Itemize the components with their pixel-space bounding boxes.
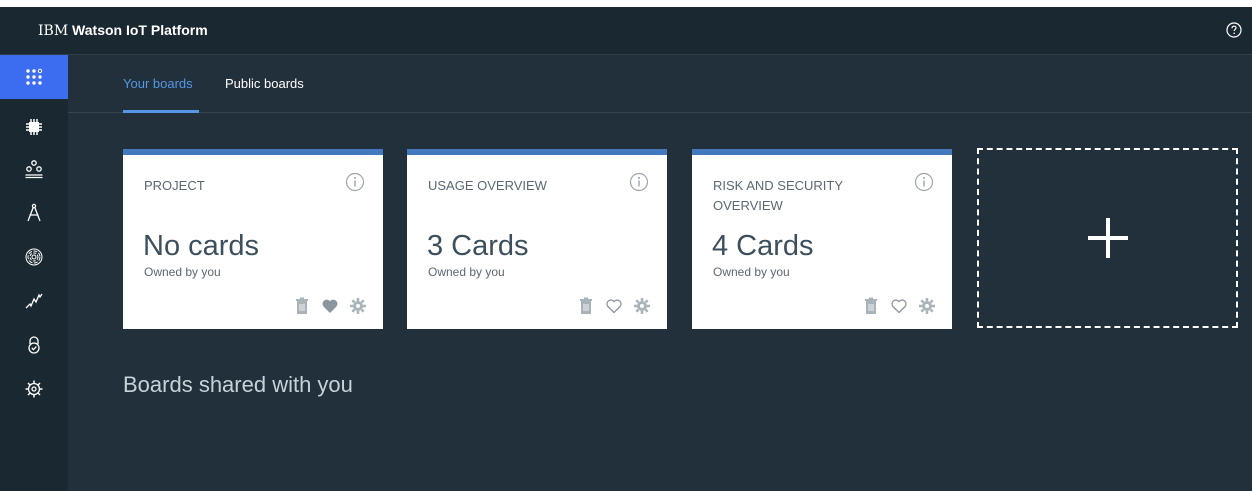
board-tabs: Your boards Public boards [68,55,1252,113]
brand-name: Watson IoT Platform [72,22,208,38]
board-title: PROJECT [144,178,205,193]
board-card[interactable]: USAGE OVERVIEW 3 Cards Owned by you [407,149,667,329]
info-icon[interactable] [629,172,649,192]
gear-icon[interactable] [918,297,936,315]
settings-icon [25,380,43,398]
trash-icon[interactable] [293,297,311,315]
tab-your-boards[interactable]: Your boards [123,76,193,91]
board-owner: Owned by you [144,265,221,279]
brand-title[interactable]: IBM Watson IoT Platform [38,22,208,39]
sidebar-item-analytics[interactable] [0,279,68,323]
board-card-count: 4 Cards [712,230,814,262]
board-actions [293,297,367,315]
heart-outline-icon[interactable] [605,297,623,315]
top-bar: IBM Watson IoT Platform [0,7,1252,55]
board-title: USAGE OVERVIEW [428,178,547,193]
brand-prefix: IBM [38,23,69,39]
shared-boards-heading: Boards shared with you [123,372,353,397]
add-board-button[interactable] [977,148,1238,328]
board-owner: Owned by you [428,265,505,279]
sidebar-item-settings[interactable] [0,367,68,411]
info-icon[interactable] [914,172,934,192]
heart-outline-icon[interactable] [890,297,908,315]
sidebar-item-rules[interactable] [0,191,68,235]
board-actions [862,297,936,315]
help-circle-icon[interactable] [1226,22,1242,38]
board-actions [577,297,651,315]
fingerprint-icon [25,248,43,266]
board-card-count: 3 Cards [427,230,529,262]
sidebar-item-devices[interactable] [0,105,68,149]
trash-icon[interactable] [577,297,595,315]
apps-grid-icon [26,68,43,85]
sidebar-item-members[interactable] [0,147,68,191]
app-window: IBM Watson IoT Platform Your boards Publ… [0,7,1252,491]
board-title: RISK AND SECURITY OVERVIEW [713,178,843,213]
members-icon [25,160,43,179]
tab-public-boards[interactable]: Public boards [225,76,304,91]
sidebar-item-security[interactable] [0,323,68,367]
security-lock-icon [28,336,40,354]
board-owner: Owned by you [713,265,790,279]
sidebar-item-boards[interactable] [0,55,68,99]
gear-icon[interactable] [633,297,651,315]
sidebar-item-identity[interactable] [0,235,68,279]
analytics-icon [25,293,43,309]
board-card[interactable]: PROJECT No cards Owned by you [123,149,383,329]
board-card-count: No cards [143,230,260,262]
sidebar [0,55,68,491]
board-card[interactable]: RISK AND SECURITY OVERVIEW 4 Cards Owned… [692,149,952,329]
trash-icon[interactable] [862,297,880,315]
compass-icon [27,203,41,222]
favorite-heart-icon[interactable] [321,297,339,315]
active-tab-indicator [123,110,199,113]
plus-icon [1087,218,1128,258]
gear-icon[interactable] [349,297,367,315]
chip-icon [26,119,42,135]
info-icon[interactable] [345,172,365,192]
